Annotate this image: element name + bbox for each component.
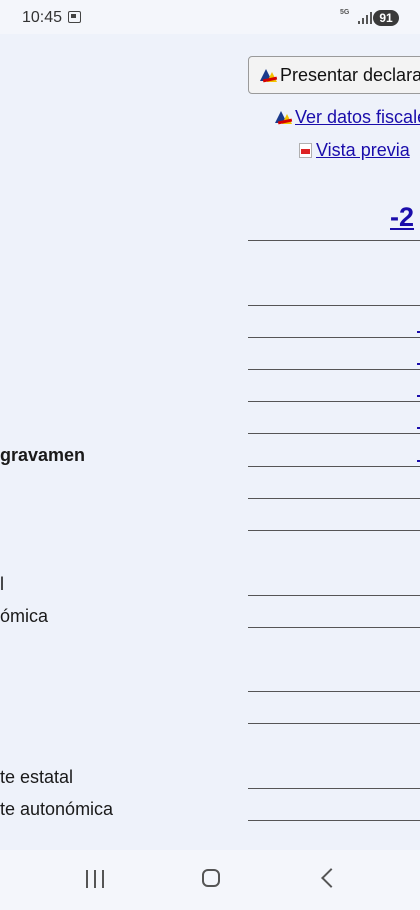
present-declaration-label: Presentar declaración [280, 65, 420, 85]
row-label-autonomica: ómica [0, 606, 49, 626]
back-icon[interactable] [321, 868, 341, 888]
field-line-11 [248, 691, 420, 692]
field-line-10 [248, 627, 420, 628]
home-icon[interactable] [202, 869, 220, 887]
field-line-12 [248, 723, 420, 724]
signal-strength-icon [358, 12, 372, 24]
result-total-link[interactable]: -2 [390, 202, 414, 233]
row-label-estatal: l [0, 574, 4, 594]
field-line-13 [248, 788, 420, 789]
field-line-1 [248, 305, 420, 306]
field-line-4 [248, 401, 420, 402]
field-line-9 [248, 595, 420, 596]
aeat-logo-icon [274, 109, 294, 125]
preview-link[interactable]: Vista previa [299, 140, 410, 161]
field-line-14 [248, 820, 420, 821]
view-fiscal-data-link[interactable]: Ver datos fiscales [274, 107, 420, 128]
field-line-5 [248, 433, 420, 434]
aeat-logo-icon [259, 67, 279, 83]
field-line-7 [248, 498, 420, 499]
field-line-3 [248, 369, 420, 370]
battery-icon: 91 [373, 10, 399, 26]
declaration-page: Presentar declaración Ver datos fiscales… [0, 34, 420, 850]
row-label-gravamen: gravamen [0, 445, 86, 465]
field-line-8 [248, 530, 420, 531]
field-line-6 [248, 466, 420, 467]
recent-apps-icon[interactable] [86, 870, 106, 888]
screenshot-indicator-icon [68, 11, 81, 23]
total-underline [248, 240, 420, 241]
field-line-2 [248, 337, 420, 338]
status-time: 10:45 [22, 9, 63, 26]
preview-label: Vista previa [316, 140, 410, 160]
view-fiscal-data-label: Ver datos fiscales [295, 107, 420, 127]
system-navigation-bar [0, 850, 420, 910]
row-label-parte-estatal: te estatal [0, 767, 74, 787]
status-bar: 10:45 5G 91 [0, 0, 420, 34]
present-declaration-button[interactable]: Presentar declaración [248, 56, 420, 94]
network-type-label: 5G [340, 9, 350, 16]
pdf-icon [299, 143, 312, 158]
row-label-parte-autonomica: te autonómica [0, 799, 114, 819]
